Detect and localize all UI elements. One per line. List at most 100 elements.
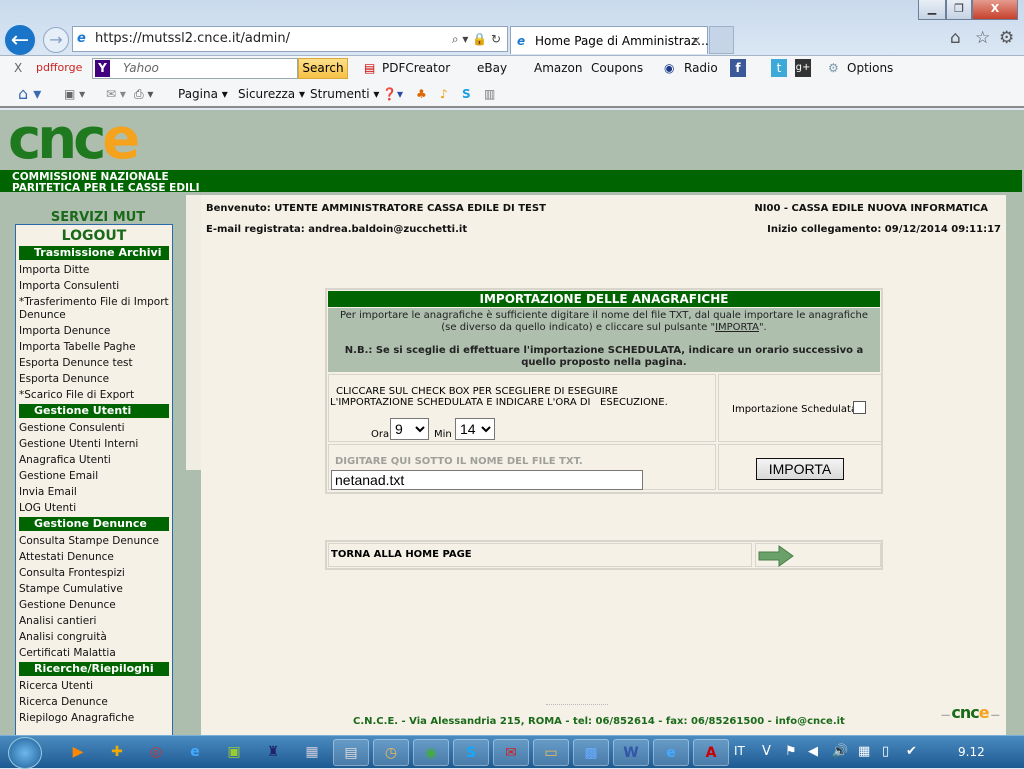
app-icon[interactable]: ◎ xyxy=(138,739,174,766)
search-button[interactable]: Search xyxy=(298,58,348,79)
addon-icon-1[interactable]: ♣ xyxy=(416,81,427,107)
minimize-button[interactable]: ▁ xyxy=(918,0,946,20)
chrome-icon[interactable]: ◉ xyxy=(413,739,449,766)
app-icon[interactable]: ♜ xyxy=(255,739,291,766)
acrobat-icon[interactable]: A xyxy=(693,739,729,766)
addon-icon-2[interactable]: ♪ xyxy=(440,81,448,107)
home-icon[interactable]: ⌂ xyxy=(950,28,961,48)
favorites-star-icon[interactable]: ☆ xyxy=(975,28,990,48)
sidebar-item[interactable]: Stampe Cumulative xyxy=(19,581,169,597)
antivirus-icon[interactable]: V xyxy=(762,744,771,759)
ebay-button[interactable]: eBay xyxy=(477,56,507,80)
help-icon[interactable]: ❓▾ xyxy=(382,81,403,107)
explorer-icon[interactable]: ▭ xyxy=(533,739,569,766)
sidebar-item[interactable]: Riepilogo Anagrafiche xyxy=(19,710,169,726)
address-bar[interactable]: e https://mutssl2.cnce.it/admin/ ⌕ ▾ 🔒 ↻ xyxy=(72,26,508,52)
options-button[interactable]: Options xyxy=(847,56,893,80)
sidebar-item[interactable]: *Trasferimento File di Import Denunce xyxy=(19,294,169,323)
speaker-icon[interactable]: 🔊 xyxy=(832,744,848,759)
print-icon[interactable]: ⎙ ▾ xyxy=(134,81,153,107)
tab-home-page[interactable]: e Home Page di Amministraz... ✕ xyxy=(510,26,709,55)
word-icon[interactable]: W xyxy=(613,739,649,766)
pdfforge-logo[interactable]: pdfforge xyxy=(36,56,82,80)
close-window-button[interactable]: X xyxy=(972,0,1018,20)
skype-icon[interactable]: S xyxy=(453,739,489,766)
menu-pagina[interactable]: Pagina ▾ xyxy=(178,81,228,107)
sidebar-item[interactable]: Attestati Denunce xyxy=(19,549,169,565)
check-icon[interactable]: ✔ xyxy=(906,744,917,759)
home-link[interactable]: TORNA ALLA HOME PAGE xyxy=(328,543,752,567)
start-button[interactable] xyxy=(8,737,42,769)
sidebar-item[interactable]: Ricerca Utenti xyxy=(19,678,169,694)
sidebar-item[interactable]: Ricerca Denunce xyxy=(19,694,169,710)
mail-icon[interactable]: ✉ xyxy=(493,739,529,766)
network-tray-icon[interactable]: ▦ xyxy=(858,744,870,759)
sidebar-item[interactable]: Invia Email xyxy=(19,484,169,500)
outlook-icon[interactable]: ◷ xyxy=(373,739,409,766)
sidebar-item[interactable]: Consulta Frontespizi xyxy=(19,565,169,581)
home-icon[interactable]: ⌂ ▾ xyxy=(18,81,41,107)
sidebar-item[interactable]: Importa Consulenti xyxy=(19,278,169,294)
file-name-input[interactable] xyxy=(331,470,643,490)
gear-icon[interactable]: ⚙ xyxy=(999,28,1014,48)
feeds-icon[interactable]: ▣ ▾ xyxy=(64,81,85,107)
sidebar-item[interactable]: Anagrafica Utenti xyxy=(19,452,169,468)
clock[interactable]: 9.12 xyxy=(958,745,985,759)
app-icon[interactable]: ▣ xyxy=(216,739,252,766)
pdfcreator-button[interactable]: PDFCreator xyxy=(382,56,450,80)
sidebar-item[interactable]: Esporta Denunce test xyxy=(19,355,169,371)
app-icon[interactable]: ✚ xyxy=(99,739,135,766)
skype-icon[interactable]: S xyxy=(462,81,471,107)
ie-icon[interactable]: e xyxy=(177,739,213,766)
sidebar-item[interactable]: Consulta Stampe Denunce xyxy=(19,533,169,549)
coupons-button[interactable]: Coupons xyxy=(591,56,643,80)
sidebar-item[interactable]: LOG Utenti xyxy=(19,500,169,516)
power-icon[interactable]: ▯ xyxy=(882,744,889,759)
forward-button[interactable]: → xyxy=(43,27,69,53)
arrow-right-icon[interactable] xyxy=(757,544,797,568)
ora-select[interactable]: 9 xyxy=(390,418,429,440)
radio-button[interactable]: Radio xyxy=(684,56,718,80)
ie-icon[interactable]: e xyxy=(653,739,689,766)
menu-strumenti[interactable]: Strumenti ▾ xyxy=(310,81,379,107)
language-indicator[interactable]: IT xyxy=(734,744,745,758)
mail-icon[interactable]: ✉ ▾ xyxy=(106,81,126,107)
twitter-icon[interactable]: t xyxy=(771,59,787,77)
volume-icon[interactable]: ◀ xyxy=(808,744,818,759)
sidebar-item[interactable]: Gestione Utenti Interni xyxy=(19,436,169,452)
importa-button[interactable]: IMPORTA xyxy=(756,458,844,480)
amazon-button[interactable]: Amazon xyxy=(534,56,583,80)
media-player-icon[interactable]: ▶ xyxy=(60,739,96,766)
close-toolbar-icon[interactable]: X xyxy=(14,56,22,80)
close-tab-icon[interactable]: ✕ xyxy=(691,27,701,55)
sidebar-item[interactable]: Gestione Email xyxy=(19,468,169,484)
addon-icon-3[interactable]: ▥ xyxy=(484,81,495,107)
sidebar-item[interactable]: Gestione Denunce xyxy=(19,597,169,613)
logout-link[interactable]: LOGOUT xyxy=(19,227,169,245)
tab-title: Home Page di Amministraz... xyxy=(535,34,709,48)
sidebar-item[interactable]: Importa Denunce xyxy=(19,323,169,339)
flag-icon[interactable]: ⚑ xyxy=(785,744,797,759)
calculator-icon[interactable]: ▦ xyxy=(294,739,330,766)
schedule-checkbox[interactable] xyxy=(853,401,866,414)
restore-button[interactable]: ❐ xyxy=(946,0,972,20)
menu-sicurezza[interactable]: Sicurezza ▾ xyxy=(238,81,305,107)
home-arrow-cell[interactable] xyxy=(755,543,881,567)
notepad-icon[interactable]: ▤ xyxy=(333,739,369,766)
new-tab-button[interactable] xyxy=(709,26,734,54)
googleplus-icon[interactable]: g+ xyxy=(795,59,811,77)
facebook-icon[interactable]: f xyxy=(730,59,746,77)
network-icon[interactable]: ▩ xyxy=(573,739,609,766)
sidebar-item[interactable]: Gestione Consulenti xyxy=(19,420,169,436)
sidebar-item[interactable]: Importa Tabelle Paghe xyxy=(19,339,169,355)
back-button[interactable]: ← xyxy=(3,23,37,57)
sidebar-item[interactable]: Analisi congruità xyxy=(19,629,169,645)
sidebar-item[interactable]: Analisi cantieri xyxy=(19,613,169,629)
search-lock-refresh-icons[interactable]: ⌕ ▾ 🔒 ↻ xyxy=(452,27,501,51)
min-select[interactable]: 14 xyxy=(455,418,495,440)
sidebar-item[interactable]: Importa Ditte xyxy=(19,262,169,278)
sidebar-item[interactable]: Certificati Malattia xyxy=(19,645,169,661)
sidebar-item[interactable]: *Scarico File di Export xyxy=(19,387,169,403)
sidebar-item[interactable]: Esporta Denunce xyxy=(19,371,169,387)
yahoo-search-input[interactable]: Y Yahoo xyxy=(92,58,298,79)
